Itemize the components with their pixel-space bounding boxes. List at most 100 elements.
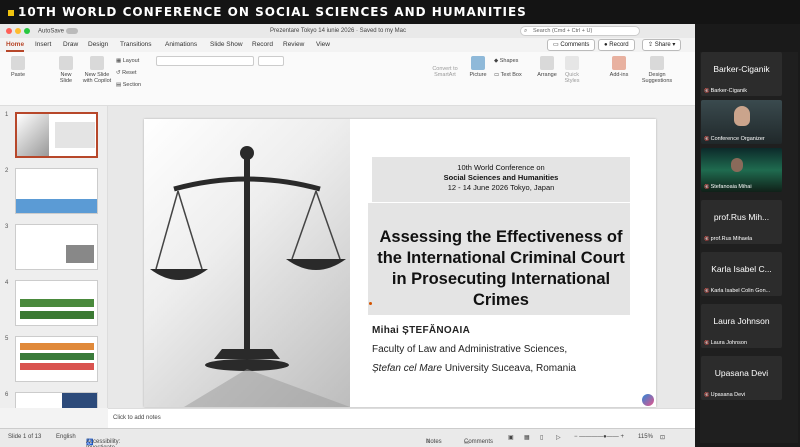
- reading-view-icon[interactable]: ▯: [540, 434, 543, 441]
- addins-button[interactable]: Add-ins: [608, 56, 630, 78]
- participant-tile[interactable]: Karla Isabel C... Karla Isabel Colin Gon…: [701, 252, 782, 296]
- section-label: Section: [122, 82, 142, 88]
- paste-button[interactable]: Paste: [8, 56, 28, 78]
- autosave-label: AutoSave: [38, 28, 65, 35]
- zoom-level[interactable]: 115%: [638, 434, 653, 440]
- reset-button[interactable]: ↺ Reset: [116, 70, 137, 76]
- slide-thumbnail-2[interactable]: [15, 168, 98, 214]
- selection-handle-icon[interactable]: [369, 302, 372, 305]
- picture-icon: [471, 56, 485, 70]
- font-size-select[interactable]: [258, 56, 284, 66]
- share-button[interactable]: ⇪ Share ▾: [642, 39, 682, 51]
- quick-styles-icon: [565, 56, 579, 70]
- comments-button[interactable]: ▭ Comments: [547, 39, 596, 51]
- participant-display-name: prof.Rus Mih...: [713, 212, 770, 222]
- arrange-label: Arrange: [537, 72, 557, 78]
- ribbon-toolbar: Paste New Slide New Slide with Copilot ▦…: [0, 52, 695, 106]
- quick-styles-label: Quick Styles: [564, 72, 580, 84]
- participant-tile[interactable]: Laura Johnson Laura Johnson: [701, 304, 782, 348]
- notes-label: Notes: [426, 439, 442, 445]
- faculty-line[interactable]: Faculty of Law and Administrative Scienc…: [372, 344, 567, 355]
- thumb-number: 3: [5, 224, 9, 230]
- tab-record[interactable]: Record: [252, 41, 273, 48]
- ribbon-tabs: Home Insert Draw Design Transitions Anim…: [0, 38, 695, 52]
- slide-thumbnail-4[interactable]: [15, 280, 98, 326]
- share-button-label: Share: [654, 42, 671, 48]
- autosave-toggle[interactable]: AutoSave: [38, 28, 79, 35]
- design-suggestions-button[interactable]: Design Suggestions: [640, 56, 674, 84]
- university-rest: University Suceava, Romania: [442, 363, 576, 374]
- new-slide-button[interactable]: New Slide: [54, 56, 78, 84]
- accessibility-label: Accessibility: Investigate: [86, 439, 121, 447]
- participant-tile[interactable]: Stefanoaia Mihai: [701, 148, 782, 192]
- picture-button[interactable]: Picture: [468, 56, 488, 78]
- university-line[interactable]: Ștefan cel Mare University Suceava, Roma…: [372, 363, 576, 374]
- layout-button[interactable]: ▦ Layout: [116, 58, 139, 64]
- shapes-button[interactable]: ◆ Shapes: [494, 58, 518, 64]
- language-indicator[interactable]: English: [56, 434, 76, 440]
- new-slide-label: New Slide: [59, 72, 73, 84]
- text-box-button[interactable]: ▭ Text Box: [494, 72, 522, 78]
- tab-insert[interactable]: Insert: [35, 41, 51, 48]
- tab-review[interactable]: Review: [283, 41, 304, 48]
- tab-animations[interactable]: Animations: [165, 41, 197, 48]
- participant-display-name: Barker-Ciganik: [713, 64, 770, 74]
- tab-view[interactable]: View: [316, 41, 330, 48]
- slide-title[interactable]: Assessing the Effectiveness of the Inter…: [372, 227, 630, 311]
- tab-home[interactable]: Home: [6, 41, 25, 52]
- sorter-view-icon[interactable]: ▦: [524, 434, 530, 441]
- search-placeholder: Search (Cmd + Ctrl + U): [533, 28, 593, 34]
- notes-pane[interactable]: Click to add notes: [108, 408, 695, 428]
- participant-tile[interactable]: prof.Rus Mih... prof.Rus Mihaela: [701, 200, 782, 244]
- section-button[interactable]: ▤ Section: [116, 82, 141, 88]
- clipboard-icon: [11, 56, 25, 70]
- text-box-label: Text Box: [500, 72, 522, 78]
- current-slide[interactable]: 10th World Conference on Social Sciences…: [144, 119, 656, 407]
- font-family-select[interactable]: [156, 56, 254, 66]
- minimize-window-icon[interactable]: [15, 28, 21, 34]
- new-slide-copilot-button[interactable]: New Slide with Copilot: [80, 56, 114, 84]
- slide-thumbnail-6[interactable]: [15, 392, 98, 408]
- participant-tile[interactable]: Upasana Devi Upasana Devi: [701, 356, 782, 400]
- search-icon: ⌕: [524, 28, 528, 34]
- tab-draw[interactable]: Draw: [63, 41, 78, 48]
- search-input[interactable]: ⌕ Search (Cmd + Ctrl + U): [520, 26, 640, 36]
- zoom-slider[interactable]: − ————●—— +: [574, 434, 624, 440]
- addins-label: Add-ins: [609, 72, 629, 78]
- thumb-image: [62, 393, 97, 408]
- conference-line-1: 10th World Conference on: [457, 163, 545, 172]
- conference-info-box: 10th World Conference on Social Sciences…: [372, 157, 630, 202]
- quick-styles-button[interactable]: Quick Styles: [560, 56, 584, 84]
- maximize-window-icon[interactable]: [24, 28, 30, 34]
- copilot-icon[interactable]: [642, 394, 654, 406]
- tab-transitions[interactable]: Transitions: [120, 41, 152, 48]
- slide-thumbnail-5[interactable]: [15, 336, 98, 382]
- participant-label: Laura Johnson: [704, 340, 747, 346]
- notes-placeholder: Click to add notes: [113, 415, 161, 421]
- tab-design[interactable]: Design: [88, 41, 108, 48]
- slide-thumbnail-1[interactable]: [15, 112, 98, 158]
- participant-display-name: Upasana Devi: [714, 368, 769, 378]
- copilot-slide-icon: [90, 56, 104, 70]
- normal-view-icon[interactable]: ▣: [508, 434, 514, 441]
- author-name[interactable]: Mihai ȘTEFĂNOAIA: [372, 325, 470, 336]
- convert-smartart-button[interactable]: Convert to SmartArt: [428, 66, 462, 78]
- section-icon: ▤: [116, 82, 123, 88]
- university-name-italic: Ștefan cel Mare: [372, 363, 443, 374]
- slideshow-view-icon[interactable]: ▷: [556, 434, 561, 441]
- slide-canvas: 10th World Conference on Social Sciences…: [108, 106, 695, 408]
- thumb-image: [17, 114, 49, 156]
- participant-tile[interactable]: Conference Organizer: [701, 100, 782, 144]
- text-box-icon: ▭: [494, 72, 501, 78]
- fit-slide-icon[interactable]: ⊡: [660, 434, 665, 441]
- participant-tile[interactable]: Barker-Ciganik Barker-Ciganik: [701, 52, 782, 96]
- slide-count: Slide 1 of 13: [8, 434, 42, 440]
- participants-panel: Barker-Ciganik Barker-Ciganik Conference…: [700, 52, 798, 443]
- record-button[interactable]: ● Record: [598, 39, 635, 51]
- arrange-button[interactable]: Arrange: [536, 56, 558, 78]
- powerpoint-window: AutoSave Prezentare Tokyo 14 iunie 2026 …: [0, 24, 695, 447]
- slide-thumbnail-3[interactable]: [15, 224, 98, 270]
- thumb-band: [20, 311, 94, 319]
- close-window-icon[interactable]: [6, 28, 12, 34]
- tab-slide-show[interactable]: Slide Show: [210, 41, 243, 48]
